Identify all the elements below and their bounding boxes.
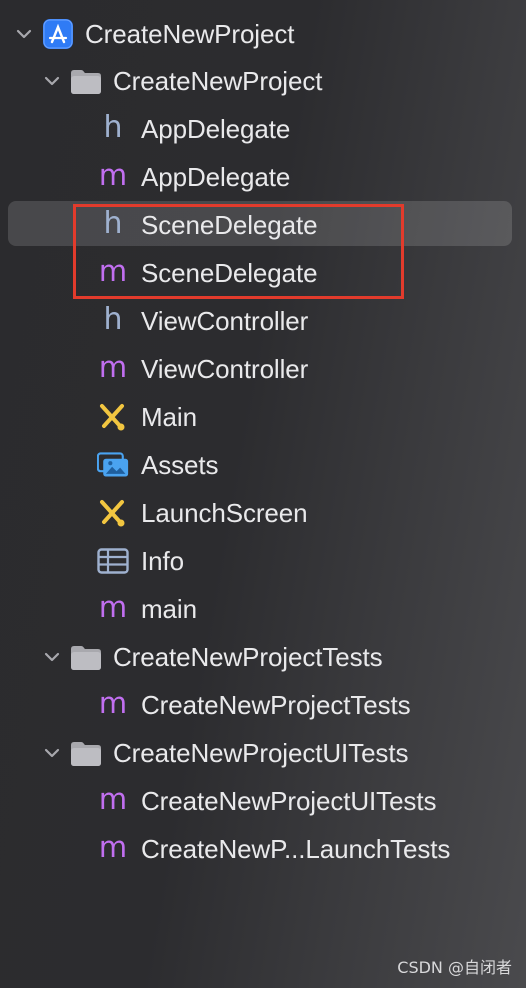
tree-row-file[interactable]: m CreateNewP...LaunchTests [0,825,526,873]
asset-catalog-icon [97,449,129,481]
watermark-text: CSDN @自闭者 [397,958,512,977]
implementation-file-icon: m [98,782,128,816]
tree-row-label: CreateNewProjectUITests [113,738,409,768]
tree-row-label: ViewController [141,354,309,384]
folder-icon [70,737,102,769]
property-list-icon [97,545,129,577]
implementation-file-icon: m [98,686,128,720]
chevron-down-icon[interactable] [42,647,62,667]
implementation-file-icon: m [98,350,128,384]
tree-row-file[interactable]: m ViewController [0,345,526,393]
implementation-file-icon: m [98,590,128,624]
tree-row-file[interactable]: LaunchScreen [0,489,526,537]
tree-row-label: Main [141,402,197,432]
storyboard-icon [97,401,129,433]
tree-row-file[interactable]: m CreateNewProjectUITests [0,777,526,825]
tree-row-file[interactable]: Main [0,393,526,441]
tree-row-group-createnewproject[interactable]: CreateNewProject [0,57,526,105]
annotation-highlight-box [73,204,404,299]
tree-row-label: AppDelegate [141,114,291,144]
tree-row-label: CreateNewProjectTests [141,690,411,720]
tree-row-label: Assets [141,450,219,480]
tree-row-root-project[interactable]: CreateNewProject [0,10,526,58]
tree-row-label: CreateNewProject [85,19,295,49]
tree-row-file[interactable]: m CreateNewProjectTests [0,681,526,729]
tree-row-label: CreateNewProjectUITests [141,786,437,816]
implementation-file-icon: m [98,830,128,864]
chevron-down-icon[interactable] [14,24,34,44]
tree-row-label: AppDelegate [141,162,291,192]
tree-row-file[interactable]: h ViewController [0,297,526,345]
tree-row-label: CreateNewP...LaunchTests [141,834,451,864]
tree-row-file[interactable]: h AppDelegate [0,105,526,153]
tree-row-label: LaunchScreen [141,498,308,528]
tree-row-file[interactable]: Info [0,537,526,585]
project-navigator: CreateNewProject CreateNewProject h AppD… [0,0,526,988]
tree-row-group-uitests[interactable]: CreateNewProjectUITests [0,729,526,777]
chevron-down-icon[interactable] [42,71,62,91]
storyboard-icon [97,497,129,529]
tree-row-label: Info [141,546,184,576]
implementation-file-icon: m [98,158,128,192]
tree-row-file[interactable]: m main [0,585,526,633]
tree-row-file[interactable]: Assets [0,441,526,489]
folder-icon [70,65,102,97]
tree-row-label: main [141,594,197,624]
tree-row-label: ViewController [141,306,309,336]
xcode-project-icon [42,18,74,50]
header-file-icon: h [103,110,123,145]
tree-row-file[interactable]: m AppDelegate [0,153,526,201]
header-file-icon: h [103,302,123,337]
chevron-down-icon[interactable] [42,743,62,763]
tree-row-group-tests[interactable]: CreateNewProjectTests [0,633,526,681]
tree-row-label: CreateNewProjectTests [113,642,383,672]
folder-icon [70,641,102,673]
tree-row-label: CreateNewProject [113,66,323,96]
